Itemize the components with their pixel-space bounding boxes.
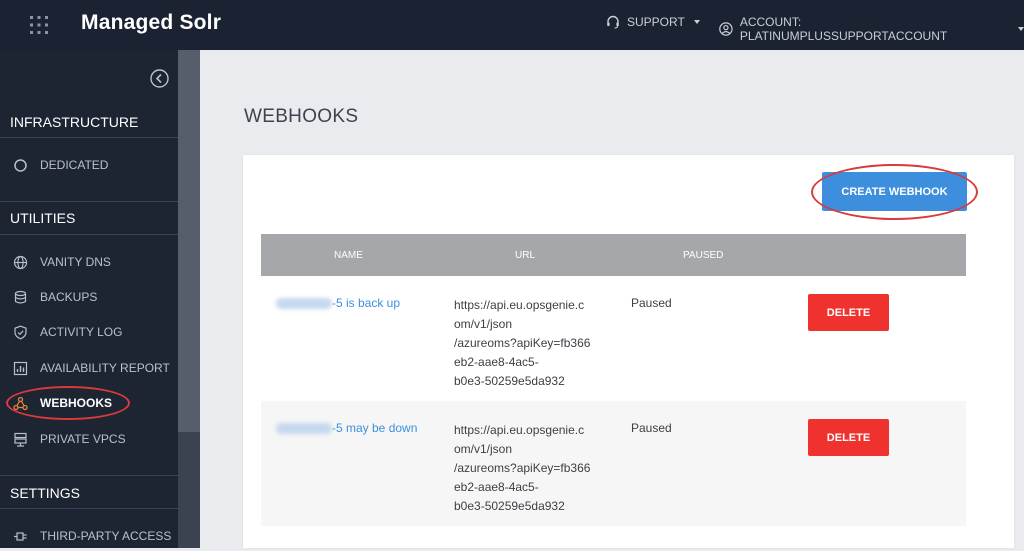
app-title[interactable]: Managed Solr bbox=[81, 11, 221, 35]
account-menu[interactable]: ACCOUNT: PLATINUMPLUSSUPPORTACCOUNT bbox=[719, 15, 1024, 43]
sidebar-item-backups[interactable]: BACKUPS bbox=[0, 282, 178, 312]
divider bbox=[0, 508, 178, 509]
webhook-name: -5 is back up bbox=[332, 296, 401, 310]
paused-status: Paused bbox=[631, 421, 672, 435]
table-row: -5 is back up https://api.eu.opsgenie.c … bbox=[261, 276, 966, 401]
highlight-annotation bbox=[811, 164, 978, 220]
plug-icon bbox=[14, 532, 27, 541]
sidebar-item-activity-log[interactable]: ACTIVITY LOG bbox=[0, 317, 178, 347]
section-infrastructure: INFRASTRUCTURE bbox=[10, 114, 139, 130]
main-content: WEBHOOKS CREATE WEBHOOK NAME URL PAUSED … bbox=[200, 50, 1024, 548]
sidebar-item-label: AVAILABILITY REPORT bbox=[40, 361, 170, 375]
account-label: ACCOUNT: PLATINUMPLUSSUPPORTACCOUNT bbox=[739, 15, 948, 43]
sidebar-item-private-vpcs[interactable]: PRIVATE VPCS bbox=[0, 424, 178, 454]
headset-icon bbox=[607, 15, 619, 29]
redacted-text bbox=[276, 422, 332, 434]
shield-check-icon bbox=[14, 325, 27, 340]
sidebar: INFRASTRUCTURE DEDICATED UTILITIES VANIT… bbox=[0, 50, 178, 548]
top-bar: Managed Solr SUPPORT ACCOUNT: PLATINUMPL… bbox=[0, 0, 1024, 50]
server-icon bbox=[14, 432, 27, 447]
table-header: NAME URL PAUSED bbox=[261, 234, 966, 276]
divider bbox=[0, 137, 178, 138]
page-title: WEBHOOKS bbox=[244, 106, 359, 127]
divider bbox=[0, 234, 178, 235]
webhook-url: https://api.eu.opsgenie.c om/v1/json /az… bbox=[454, 423, 591, 513]
sidebar-item-third-party-access[interactable]: THIRD-PARTY ACCESS bbox=[0, 521, 178, 551]
section-settings: SETTINGS bbox=[10, 485, 81, 501]
sidebar-item-availability-report[interactable]: AVAILABILITY REPORT bbox=[0, 353, 178, 383]
delete-button[interactable]: DELETE bbox=[808, 419, 889, 456]
support-label: SUPPORT bbox=[627, 15, 685, 29]
user-icon bbox=[719, 22, 733, 36]
chevron-down-icon bbox=[1018, 27, 1024, 31]
sidebar-item-label: ACTIVITY LOG bbox=[40, 325, 123, 339]
column-header-paused: PAUSED bbox=[683, 250, 724, 261]
redacted-text bbox=[276, 297, 332, 309]
paused-status: Paused bbox=[631, 296, 672, 310]
app-grid-icon[interactable] bbox=[29, 15, 49, 35]
database-icon bbox=[14, 290, 27, 304]
globe-icon bbox=[13, 255, 28, 270]
sidebar-scrollbar-thumb[interactable] bbox=[178, 50, 200, 432]
webhooks-card: CREATE WEBHOOK NAME URL PAUSED -5 is bac… bbox=[243, 155, 1014, 548]
divider bbox=[0, 475, 178, 476]
section-utilities: UTILITIES bbox=[10, 210, 76, 226]
column-header-url: URL bbox=[515, 250, 536, 261]
webhook-url: https://api.eu.opsgenie.c om/v1/json /az… bbox=[454, 298, 591, 388]
webhook-name-link[interactable]: -5 is back up bbox=[276, 296, 400, 310]
delete-button[interactable]: DELETE bbox=[808, 294, 889, 331]
column-header-name: NAME bbox=[334, 250, 363, 261]
bar-chart-icon bbox=[13, 361, 28, 376]
chevron-down-icon bbox=[693, 20, 700, 24]
divider bbox=[0, 201, 178, 202]
sidebar-item-label: VANITY DNS bbox=[40, 255, 111, 269]
sidebar-item-label: THIRD-PARTY ACCESS bbox=[40, 529, 172, 543]
sidebar-item-dedicated[interactable]: DEDICATED bbox=[0, 150, 178, 180]
webhook-name: -5 may be down bbox=[332, 421, 418, 435]
circle-icon bbox=[14, 159, 27, 172]
table-row: -5 may be down https://api.eu.opsgenie.c… bbox=[261, 401, 966, 526]
support-menu[interactable]: SUPPORT bbox=[606, 15, 700, 29]
webhook-name-link[interactable]: -5 may be down bbox=[276, 421, 417, 435]
sidebar-item-label: DEDICATED bbox=[40, 158, 109, 172]
sidebar-item-vanity-dns[interactable]: VANITY DNS bbox=[0, 247, 178, 277]
highlight-annotation bbox=[6, 386, 130, 420]
sidebar-item-label: PRIVATE VPCS bbox=[40, 432, 126, 446]
collapse-sidebar-icon[interactable] bbox=[150, 69, 169, 88]
sidebar-item-label: BACKUPS bbox=[40, 290, 98, 304]
